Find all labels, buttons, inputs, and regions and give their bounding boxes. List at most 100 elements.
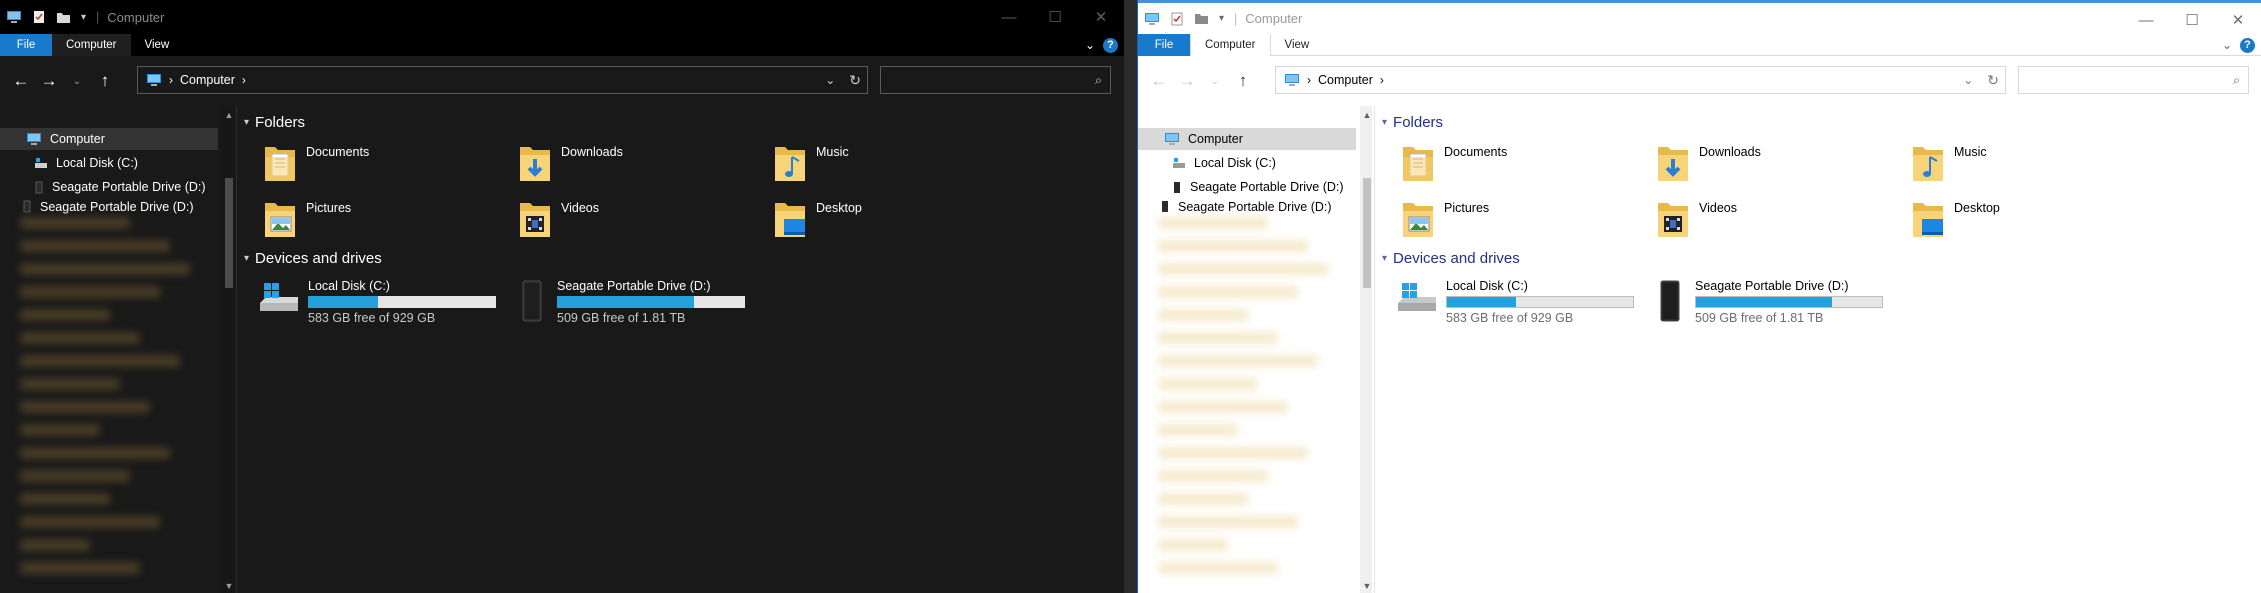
folder-pictures[interactable]: Pictures bbox=[262, 197, 351, 241]
external-drive-icon bbox=[1174, 181, 1180, 193]
properties-icon[interactable] bbox=[1170, 12, 1184, 26]
address-bar[interactable]: › Computer › ⌄ ↻ bbox=[1275, 66, 2006, 94]
expand-ribbon-icon[interactable]: ⌄ bbox=[2222, 38, 2232, 52]
nav-pane-scrollbar[interactable]: ▲ ▼ bbox=[1360, 106, 1372, 593]
scrollbar-thumb[interactable] bbox=[225, 178, 233, 288]
address-dropdown-icon[interactable]: ⌄ bbox=[825, 73, 835, 87]
recent-locations-icon[interactable]: ⌄ bbox=[64, 76, 90, 87]
folder-videos[interactable]: Videos bbox=[1655, 197, 1737, 241]
help-icon[interactable]: ? bbox=[1103, 37, 1118, 53]
scroll-down-icon[interactable]: ▼ bbox=[1360, 581, 1372, 591]
tab-view[interactable]: View bbox=[131, 34, 184, 56]
nav-item-computer[interactable]: Computer bbox=[1138, 128, 1356, 150]
tab-file[interactable]: File bbox=[0, 34, 52, 56]
folder-desktop[interactable]: Desktop bbox=[1910, 197, 2000, 241]
group-header-devices[interactable]: ▾ Devices and drives bbox=[1382, 250, 1520, 267]
tab-computer[interactable]: Computer bbox=[52, 34, 131, 56]
collapse-chevron-icon[interactable]: ▾ bbox=[244, 117, 249, 128]
breadcrumb-computer[interactable]: Computer bbox=[180, 73, 235, 87]
new-folder-icon[interactable] bbox=[56, 11, 71, 24]
folder-videos[interactable]: Videos bbox=[517, 197, 599, 241]
documents-folder-icon bbox=[265, 147, 295, 181]
minimize-button[interactable]: — bbox=[2123, 3, 2169, 37]
recent-locations-icon[interactable]: ⌄ bbox=[1202, 76, 1228, 87]
breadcrumb-chevron-icon[interactable]: › bbox=[242, 73, 246, 87]
content-pane: ▾ Folders Documents Downloads Music Pict… bbox=[244, 106, 1124, 593]
group-title: Devices and drives bbox=[1393, 250, 1520, 267]
computer-icon bbox=[147, 74, 161, 86]
maximize-button[interactable]: ☐ bbox=[2169, 3, 2215, 37]
collapse-chevron-icon[interactable]: ▾ bbox=[1382, 117, 1387, 128]
breadcrumb-computer[interactable]: Computer bbox=[1318, 73, 1373, 87]
drive-free-space: 509 GB free of 1.81 TB bbox=[1695, 311, 1824, 325]
expand-ribbon-icon[interactable]: ⌄ bbox=[1085, 38, 1095, 52]
drive-seagate[interactable]: Seagate Portable Drive (D:) 509 GB free … bbox=[1653, 279, 1883, 325]
drive-local-disk[interactable]: Local Disk (C:) 583 GB free of 929 GB bbox=[1396, 279, 1634, 325]
folder-documents[interactable]: Documents bbox=[262, 141, 369, 185]
back-arrow-icon[interactable]: ← bbox=[1146, 71, 1172, 91]
tab-file[interactable]: File bbox=[1138, 33, 1190, 56]
breadcrumb-chevron-icon[interactable]: › bbox=[1380, 73, 1384, 87]
breadcrumb-chevron-icon[interactable]: › bbox=[169, 73, 173, 87]
pictures-folder-icon bbox=[1403, 203, 1433, 237]
up-arrow-icon[interactable]: ↑ bbox=[92, 71, 118, 91]
tab-computer[interactable]: Computer bbox=[1190, 33, 1271, 56]
up-arrow-icon[interactable]: ↑ bbox=[1230, 71, 1256, 91]
folder-music[interactable]: Music bbox=[1910, 141, 1987, 185]
group-header-folders[interactable]: ▾ Folders bbox=[244, 114, 305, 131]
group-header-folders[interactable]: ▾ Folders bbox=[1382, 114, 1443, 131]
nav-item-local-disk[interactable]: Local Disk (C:) bbox=[34, 152, 138, 174]
address-bar[interactable]: › Computer › ⌄ ↻ bbox=[137, 66, 868, 94]
title-bar[interactable]: ▾ | Computer — ☐ ✕ bbox=[0, 0, 1124, 34]
forward-arrow-icon[interactable]: → bbox=[36, 71, 62, 91]
drive-name: Local Disk (C:) bbox=[1446, 279, 1528, 293]
nav-pane-scrollbar[interactable]: ▲ ▼ bbox=[222, 106, 234, 593]
breadcrumb-chevron-icon[interactable]: › bbox=[1307, 73, 1311, 87]
collapse-chevron-icon[interactable]: ▾ bbox=[244, 253, 249, 264]
tab-view[interactable]: View bbox=[1271, 34, 1324, 56]
title-bar[interactable]: ▾ | Computer — ☐ ✕ bbox=[1138, 0, 2261, 34]
group-title: Devices and drives bbox=[255, 250, 382, 267]
pane-splitter[interactable] bbox=[1374, 106, 1375, 593]
pictures-folder-icon bbox=[265, 203, 295, 237]
minimize-button[interactable]: — bbox=[986, 0, 1032, 34]
scrollbar-thumb[interactable] bbox=[1363, 178, 1371, 288]
folder-name: Pictures bbox=[306, 201, 352, 215]
group-header-devices[interactable]: ▾ Devices and drives bbox=[244, 250, 382, 267]
folder-downloads[interactable]: Downloads bbox=[1655, 141, 1761, 185]
nav-item-computer[interactable]: Computer bbox=[0, 128, 218, 150]
search-box[interactable]: ⌕ bbox=[2018, 66, 2249, 94]
computer-icon bbox=[1165, 133, 1179, 145]
help-icon[interactable]: ? bbox=[2240, 37, 2255, 53]
search-icon: ⌕ bbox=[1094, 72, 1102, 87]
refresh-icon[interactable]: ↻ bbox=[849, 72, 861, 89]
drive-local-disk[interactable]: Local Disk (C:) 583 GB free of 929 GB bbox=[258, 279, 496, 325]
nav-item-seagate-drive[interactable]: Seagate Portable Drive (D:) bbox=[34, 176, 206, 198]
customize-toolbar-icon[interactable]: ▾ bbox=[81, 12, 86, 23]
forward-arrow-icon[interactable]: → bbox=[1174, 71, 1200, 91]
scroll-up-icon[interactable]: ▲ bbox=[222, 110, 234, 120]
close-button[interactable]: ✕ bbox=[1078, 0, 1124, 34]
back-arrow-icon[interactable]: ← bbox=[8, 71, 34, 91]
nav-item-seagate-drive[interactable]: Seagate Portable Drive (D:) bbox=[1172, 176, 1344, 198]
folder-downloads[interactable]: Downloads bbox=[517, 141, 623, 185]
folder-desktop[interactable]: Desktop bbox=[772, 197, 862, 241]
folder-pictures[interactable]: Pictures bbox=[1400, 197, 1489, 241]
group-title: Folders bbox=[1393, 114, 1444, 131]
properties-icon[interactable] bbox=[32, 10, 46, 24]
new-folder-icon[interactable] bbox=[1194, 12, 1209, 25]
refresh-icon[interactable]: ↻ bbox=[1987, 72, 1999, 89]
scroll-down-icon[interactable]: ▼ bbox=[222, 581, 234, 591]
maximize-button[interactable]: ☐ bbox=[1032, 0, 1078, 34]
close-button[interactable]: ✕ bbox=[2215, 3, 2261, 37]
address-dropdown-icon[interactable]: ⌄ bbox=[1963, 73, 1973, 87]
customize-toolbar-icon[interactable]: ▾ bbox=[1219, 13, 1224, 24]
folder-music[interactable]: Music bbox=[772, 141, 849, 185]
collapse-chevron-icon[interactable]: ▾ bbox=[1382, 253, 1387, 264]
pane-splitter[interactable] bbox=[236, 106, 237, 593]
search-box[interactable]: ⌕ bbox=[880, 66, 1111, 94]
drive-seagate[interactable]: Seagate Portable Drive (D:) 509 GB free … bbox=[515, 279, 745, 325]
nav-item-local-disk[interactable]: Local Disk (C:) bbox=[1172, 152, 1276, 174]
scroll-up-icon[interactable]: ▲ bbox=[1360, 110, 1372, 120]
folder-documents[interactable]: Documents bbox=[1400, 141, 1507, 185]
